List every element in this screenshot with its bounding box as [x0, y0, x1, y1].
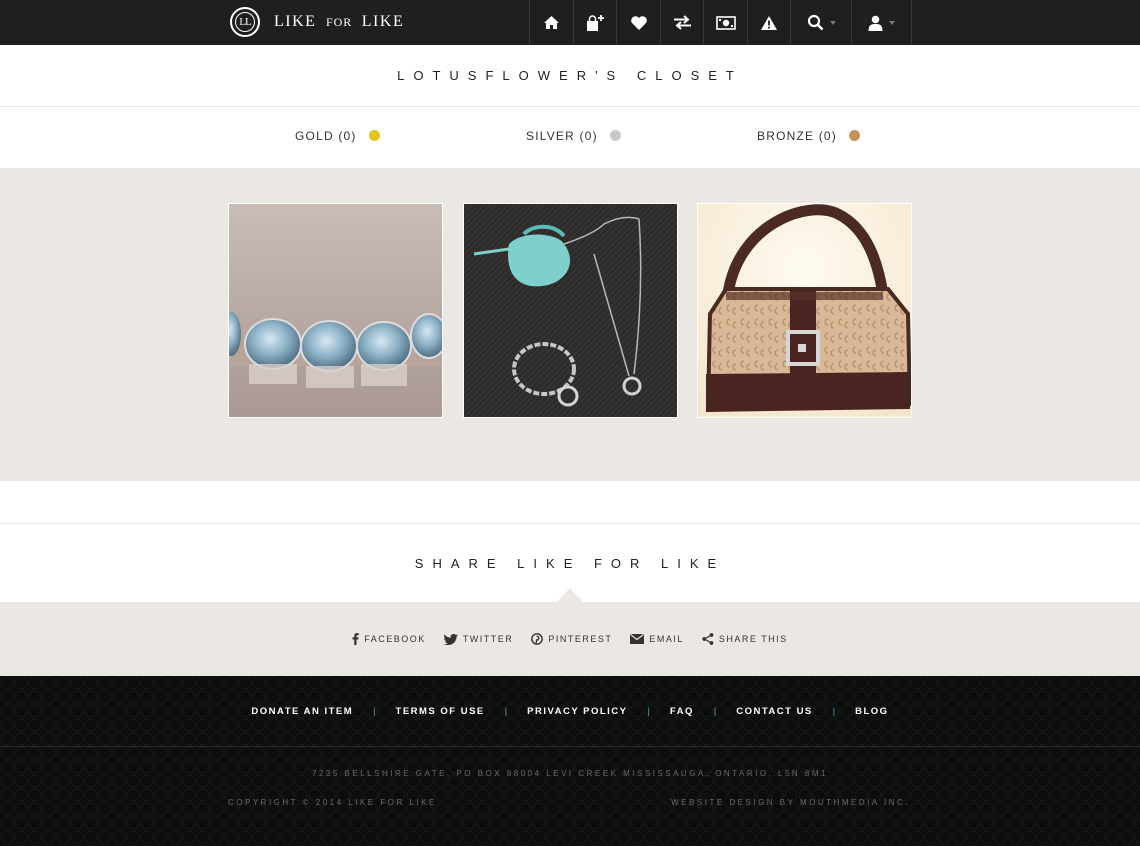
footer-nav: DONATE AN ITEM | TERMS OF USE | PRIVACY …: [0, 676, 1140, 747]
footer-link-donate[interactable]: DONATE AN ITEM: [251, 706, 353, 717]
footer-address: 7235 BELLSHIRE GATE, PO BOX 88004 LEVI C…: [312, 769, 828, 778]
share-label: TWITTER: [462, 634, 514, 644]
share-pinterest-link[interactable]: PINTEREST: [531, 633, 612, 645]
share-label: FACEBOOK: [364, 634, 426, 644]
share-title: SHARE LIKE FOR LIKE: [414, 555, 726, 571]
tier-label: GOLD (0): [295, 129, 357, 143]
brown-handbag-image: [698, 204, 911, 417]
home-icon: [544, 16, 559, 29]
brand-link[interactable]: LL LIKE FOR LIKE: [230, 7, 404, 37]
share-email-link[interactable]: EMAIL: [630, 634, 684, 644]
item-tile-handbag[interactable]: [697, 203, 912, 418]
share-label: EMAIL: [649, 634, 684, 644]
footer: DONATE AN ITEM | TERMS OF USE | PRIVACY …: [0, 676, 1140, 846]
footer-separator: |: [504, 706, 508, 716]
footer-link-contact[interactable]: CONTACT US: [736, 706, 813, 717]
user-icon: [868, 15, 883, 31]
nav-search-dropdown[interactable]: [790, 0, 851, 45]
nav-money[interactable]: [703, 0, 747, 45]
brand-name-for: FOR: [325, 15, 353, 29]
money-icon: [715, 15, 736, 30]
footer-link-blog[interactable]: BLOG: [855, 706, 888, 717]
share-twitter-link[interactable]: TWITTER: [443, 633, 514, 645]
footer-link-privacy[interactable]: PRIVACY POLICY: [527, 706, 627, 717]
nav-account-dropdown[interactable]: [851, 0, 912, 45]
share-links: FACEBOOK TWITTER PINTEREST EMAIL SHARE T…: [0, 602, 1140, 676]
chevron-down-icon: [829, 20, 836, 25]
footer-bottom: COPYRIGHT © 2014 LIKE FOR LIKE WEBSITE D…: [0, 798, 1140, 818]
pinterest-icon: [531, 633, 544, 645]
share-icon: [702, 633, 714, 645]
item-tile-necklace[interactable]: [463, 203, 678, 418]
footer-link-faq[interactable]: FAQ: [670, 706, 694, 717]
nav-report[interactable]: [747, 0, 790, 45]
twitter-icon: [443, 633, 458, 645]
top-nav-bar: LL LIKE FOR LIKE: [0, 0, 1140, 45]
footer-separator: |: [832, 706, 836, 716]
brand-name-like: LIKE: [274, 13, 317, 30]
add-bag-icon: [587, 14, 604, 31]
tier-filters: GOLD (0) SILVER (0) BRONZE (0): [0, 107, 1140, 168]
page-title: LOTUSFLOWER'S CLOSET: [397, 68, 743, 83]
facebook-icon: [352, 633, 359, 645]
brand-logo-text: LL: [239, 16, 251, 28]
nav-home[interactable]: [529, 0, 573, 45]
footer-credit[interactable]: WEBSITE DESIGN BY MOUTHMEDIA INC.: [671, 798, 910, 807]
footer-separator: |: [647, 706, 650, 716]
nav-exchange[interactable]: [660, 0, 703, 45]
footer-copyright: COPYRIGHT © 2014 LIKE FOR LIKE: [228, 798, 437, 807]
share-this-link[interactable]: SHARE THIS: [702, 633, 788, 645]
share-facebook-link[interactable]: FACEBOOK: [352, 633, 426, 645]
blue-gem-bracelet-image: [229, 204, 442, 417]
silver-dot-icon: [609, 129, 621, 141]
share-label: SHARE THIS: [718, 634, 788, 644]
search-icon: [807, 14, 823, 31]
nav-favorites[interactable]: [616, 0, 660, 45]
footer-link-terms[interactable]: TERMS OF USE: [396, 706, 485, 717]
email-icon: [630, 634, 645, 644]
tier-label: BRONZE (0): [757, 129, 838, 143]
gold-dot-icon: [368, 129, 380, 141]
bronze-dot-icon: [849, 129, 861, 141]
brand-name: LIKE FOR LIKE: [274, 13, 404, 31]
closet-items-grid: [0, 168, 1140, 481]
warning-icon: [761, 15, 777, 30]
brand-name-like-2: LIKE: [361, 13, 405, 30]
exchange-icon: [673, 15, 691, 30]
nav-add-item[interactable]: [573, 0, 616, 45]
main-nav: [529, 0, 912, 45]
share-notch: [557, 588, 583, 602]
silver-necklace-bracelet-image: [464, 204, 677, 417]
tier-label: SILVER (0): [526, 129, 598, 143]
tier-silver[interactable]: SILVER (0): [526, 129, 621, 143]
tier-gold[interactable]: GOLD (0): [295, 129, 380, 143]
share-header: SHARE LIKE FOR LIKE: [0, 524, 1140, 602]
tier-bronze[interactable]: BRONZE (0): [757, 129, 861, 143]
heart-icon: [630, 15, 647, 30]
section-spacer: [0, 481, 1140, 524]
footer-separator: |: [373, 706, 376, 716]
item-tile-bracelet[interactable]: [228, 203, 443, 418]
chevron-down-icon: [889, 20, 895, 25]
share-label: PINTEREST: [548, 634, 613, 644]
brand-logo: LL: [230, 7, 260, 37]
closet-header: LOTUSFLOWER'S CLOSET: [0, 45, 1140, 107]
footer-separator: |: [713, 706, 717, 716]
